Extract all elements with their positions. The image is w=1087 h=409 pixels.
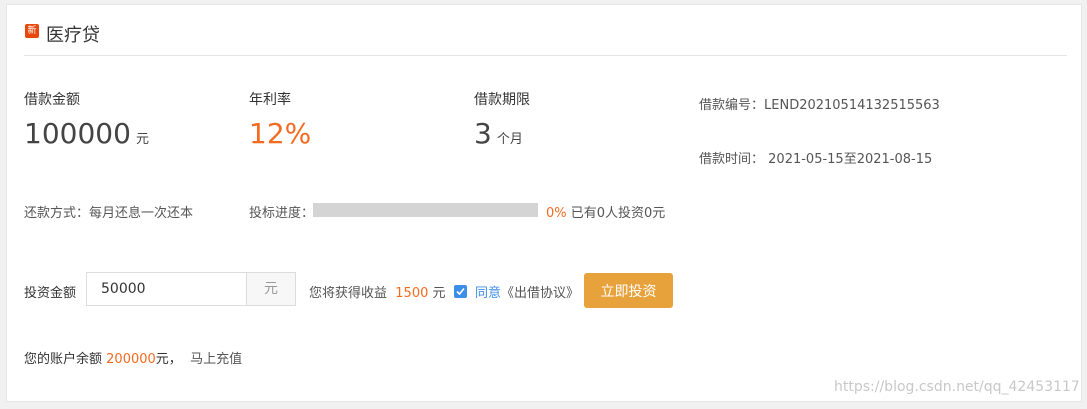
term-display: 3 个月 xyxy=(474,117,523,150)
invest-amount-input[interactable] xyxy=(86,272,246,306)
page-title: 医疗贷 xyxy=(46,25,100,46)
loan-id-label: 借款编号： xyxy=(699,98,765,113)
progress-status: 0% 已有0人投资0元 xyxy=(546,202,665,221)
progress-summary: 已有0人投资0元 xyxy=(570,206,666,221)
loan-time-value: 2021-05-15至2021-08-15 xyxy=(768,152,933,167)
loan-id: 借款编号：LEND20210514132515563 xyxy=(699,94,940,113)
amount-label: 借款金额 xyxy=(24,92,80,108)
repay-method: 还款方式：每月还息一次还本 xyxy=(24,202,193,221)
loan-id-value: LEND20210514132515563 xyxy=(764,98,940,113)
amount-unit: 元 xyxy=(135,132,149,147)
repay-label: 还款方式： xyxy=(24,206,90,221)
watermark: https://blog.csdn.net/qq_42453117 xyxy=(834,379,1080,395)
repay-value: 每月还息一次还本 xyxy=(89,206,194,221)
card-header: 新 医疗贷 xyxy=(24,5,1067,56)
invest-amount-unit: 元 xyxy=(246,272,296,306)
agree-checkbox[interactable] xyxy=(454,285,467,298)
term-value: 3 xyxy=(474,117,492,150)
earn-unit: 元 xyxy=(432,286,446,301)
loan-time-label: 借款时间： xyxy=(699,152,765,167)
amount-value: 100000 xyxy=(24,117,131,150)
earn-label: 您将获得收益 xyxy=(309,286,388,301)
recharge-link[interactable]: 马上充值 xyxy=(190,352,242,367)
rate-label: 年利率 xyxy=(249,92,291,108)
term-unit: 个月 xyxy=(496,132,523,147)
agreement: 同意《出借协议》 xyxy=(475,282,579,301)
earnings: 您将获得收益 1500 元 xyxy=(309,282,446,301)
check-icon xyxy=(456,287,465,296)
invest-now-button[interactable]: 立即投资 xyxy=(584,273,673,308)
loan-time: 借款时间： 2021-05-15至2021-08-15 xyxy=(699,148,932,167)
rate-value: 12% xyxy=(249,117,312,150)
balance-label: 您的账户余额 xyxy=(24,352,103,367)
invest-amount-label: 投资金额 xyxy=(24,286,77,301)
amount-display: 100000 元 xyxy=(24,117,149,150)
agreement-link[interactable]: 《出借协议》 xyxy=(501,286,579,301)
agree-link[interactable]: 同意 xyxy=(475,286,501,301)
account-balance: 您的账户余额 200000元， 马上充值 xyxy=(24,348,242,367)
balance-value: 200000 xyxy=(106,352,156,367)
progress-bar xyxy=(313,203,538,217)
balance-unit: 元， xyxy=(155,352,182,367)
loan-card: 新 医疗贷 借款金额 100000 元 年利率 12% 借款期限 3 个月 借款… xyxy=(6,4,1082,402)
progress-percent: 0% xyxy=(546,206,567,221)
progress-label: 投标进度： xyxy=(249,206,315,221)
term-label: 借款期限 xyxy=(474,92,530,108)
earn-value: 1500 xyxy=(395,286,429,301)
new-badge: 新 xyxy=(25,24,39,38)
